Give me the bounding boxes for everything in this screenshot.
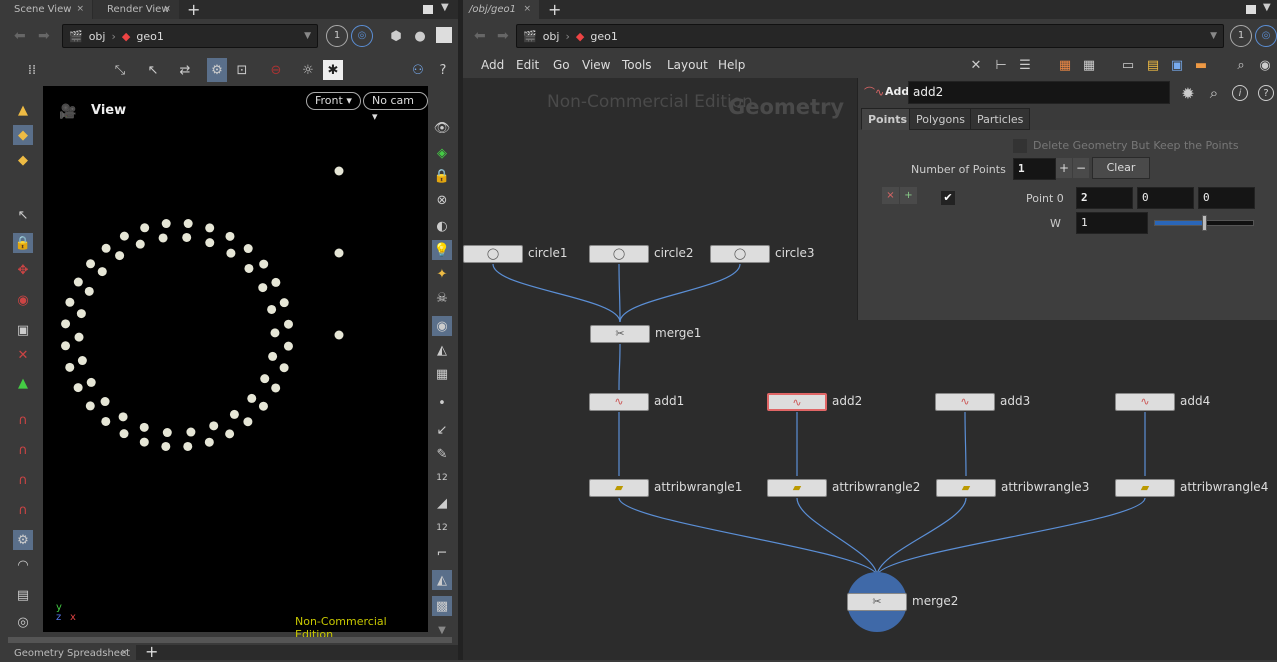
wire-attribwrangle2-merge2[interactable] xyxy=(796,497,878,577)
wire-attribwrangle3-merge2[interactable] xyxy=(876,497,967,577)
node-merge2[interactable]: ✂ xyxy=(847,593,907,611)
node-label: add1 xyxy=(654,394,685,408)
search-icon[interactable]: ⌕ xyxy=(1204,83,1224,103)
point-enable-checkbox[interactable]: ✔ xyxy=(941,191,955,205)
node-label: merge1 xyxy=(655,326,702,340)
node-name-input[interactable]: add2 xyxy=(908,81,1170,104)
insert-instance-icon[interactable]: + xyxy=(900,187,917,204)
delete-geo-label: Delete Geometry But Keep the Points xyxy=(1033,139,1239,152)
node-label: attribwrangle2 xyxy=(832,480,921,494)
remove-point-button[interactable]: − xyxy=(1073,158,1089,178)
wrangle-node-icon: ▰ xyxy=(614,481,624,494)
node-add1[interactable]: ∿ xyxy=(589,393,649,411)
node-label: attribwrangle1 xyxy=(654,480,743,494)
wire-attribwrangle1-merge2[interactable] xyxy=(618,497,878,577)
wire-circle3-merge1[interactable] xyxy=(619,263,741,323)
node-label: circle1 xyxy=(528,246,568,260)
node-add4[interactable]: ∿ xyxy=(1115,393,1175,411)
node-label: add3 xyxy=(1000,394,1031,408)
point0-z-input[interactable]: 0 xyxy=(1198,187,1255,209)
num-points-input[interactable]: 1 xyxy=(1013,158,1056,180)
delete-instance-icon[interactable]: × xyxy=(882,187,899,204)
wire-circle1-merge1[interactable] xyxy=(492,263,621,323)
circle-node-icon: ◯ xyxy=(486,247,500,260)
help-icon[interactable]: ? xyxy=(1258,85,1274,101)
node-attribwrangle1[interactable]: ▰ xyxy=(589,479,649,497)
node-label: attribwrangle4 xyxy=(1180,480,1269,494)
tab-particles[interactable]: Particles xyxy=(970,108,1031,130)
tab-points[interactable]: Points xyxy=(861,108,915,130)
add-node-icon: ⌒∿ xyxy=(864,86,885,99)
w-label: W xyxy=(1050,217,1061,230)
clear-button[interactable]: Clear xyxy=(1092,157,1150,179)
point0-label: Point 0 xyxy=(1026,192,1064,205)
circle-node-icon: ◯ xyxy=(612,247,626,260)
node-circle1[interactable]: ◯ xyxy=(463,245,523,263)
num-points-label: Number of Points xyxy=(911,163,1006,176)
gear-icon[interactable]: ✹ xyxy=(1178,83,1198,103)
point0-x-input[interactable]: 2 xyxy=(1076,187,1133,209)
info-icon[interactable]: i xyxy=(1232,85,1248,101)
add-node-icon: ∿ xyxy=(960,395,970,408)
node-add2[interactable]: ∿ xyxy=(767,393,827,411)
circle-node-icon: ◯ xyxy=(733,247,747,260)
merge-node-icon: ✂ xyxy=(615,327,625,340)
node-label: circle3 xyxy=(775,246,815,260)
wire-merge1-add1[interactable] xyxy=(618,343,621,391)
node-attribwrangle3[interactable]: ▰ xyxy=(936,479,996,497)
node-add3[interactable]: ∿ xyxy=(935,393,995,411)
add-node-icon: ∿ xyxy=(614,395,624,408)
point0-y-input[interactable]: 0 xyxy=(1137,187,1194,209)
wire-attribwrangle4-merge2[interactable] xyxy=(876,497,1146,577)
w-slider[interactable] xyxy=(1154,215,1254,231)
node-merge1[interactable]: ✂ xyxy=(590,325,650,343)
add-node-icon: ∿ xyxy=(1140,395,1150,408)
w-input[interactable]: 1 xyxy=(1076,212,1148,234)
delete-geo-checkbox[interactable] xyxy=(1013,139,1027,153)
wrangle-node-icon: ▰ xyxy=(1140,481,1150,494)
tab-polygons[interactable]: Polygons xyxy=(909,108,972,130)
wrangle-node-icon: ▰ xyxy=(792,481,802,494)
merge-node-icon: ✂ xyxy=(872,595,882,608)
add-point-button[interactable]: + xyxy=(1056,158,1072,178)
node-label: add2 xyxy=(832,394,863,408)
wrangle-node-icon: ▰ xyxy=(961,481,971,494)
add-node-icon: ∿ xyxy=(792,396,802,409)
node-label: attribwrangle3 xyxy=(1001,480,1090,494)
points-tab-content: Delete Geometry But Keep the Points Numb… xyxy=(858,130,1277,320)
wire-add3-attribwrangle3[interactable] xyxy=(964,411,967,477)
node-circle2[interactable]: ◯ xyxy=(589,245,649,263)
parameter-pane: ⌒∿ Add add2 ✹ ⌕ i ? Points Polygons Part… xyxy=(857,78,1277,320)
node-type-label: Add xyxy=(885,85,910,98)
node-attribwrangle2[interactable]: ▰ xyxy=(767,479,827,497)
node-label: merge2 xyxy=(912,594,959,608)
node-label: circle2 xyxy=(654,246,694,260)
w-slider-handle[interactable] xyxy=(1202,215,1207,231)
node-label: add4 xyxy=(1180,394,1211,408)
wire-circle2-merge1[interactable] xyxy=(618,263,621,323)
node-attribwrangle4[interactable]: ▰ xyxy=(1115,479,1175,497)
node-circle3[interactable]: ◯ xyxy=(710,245,770,263)
